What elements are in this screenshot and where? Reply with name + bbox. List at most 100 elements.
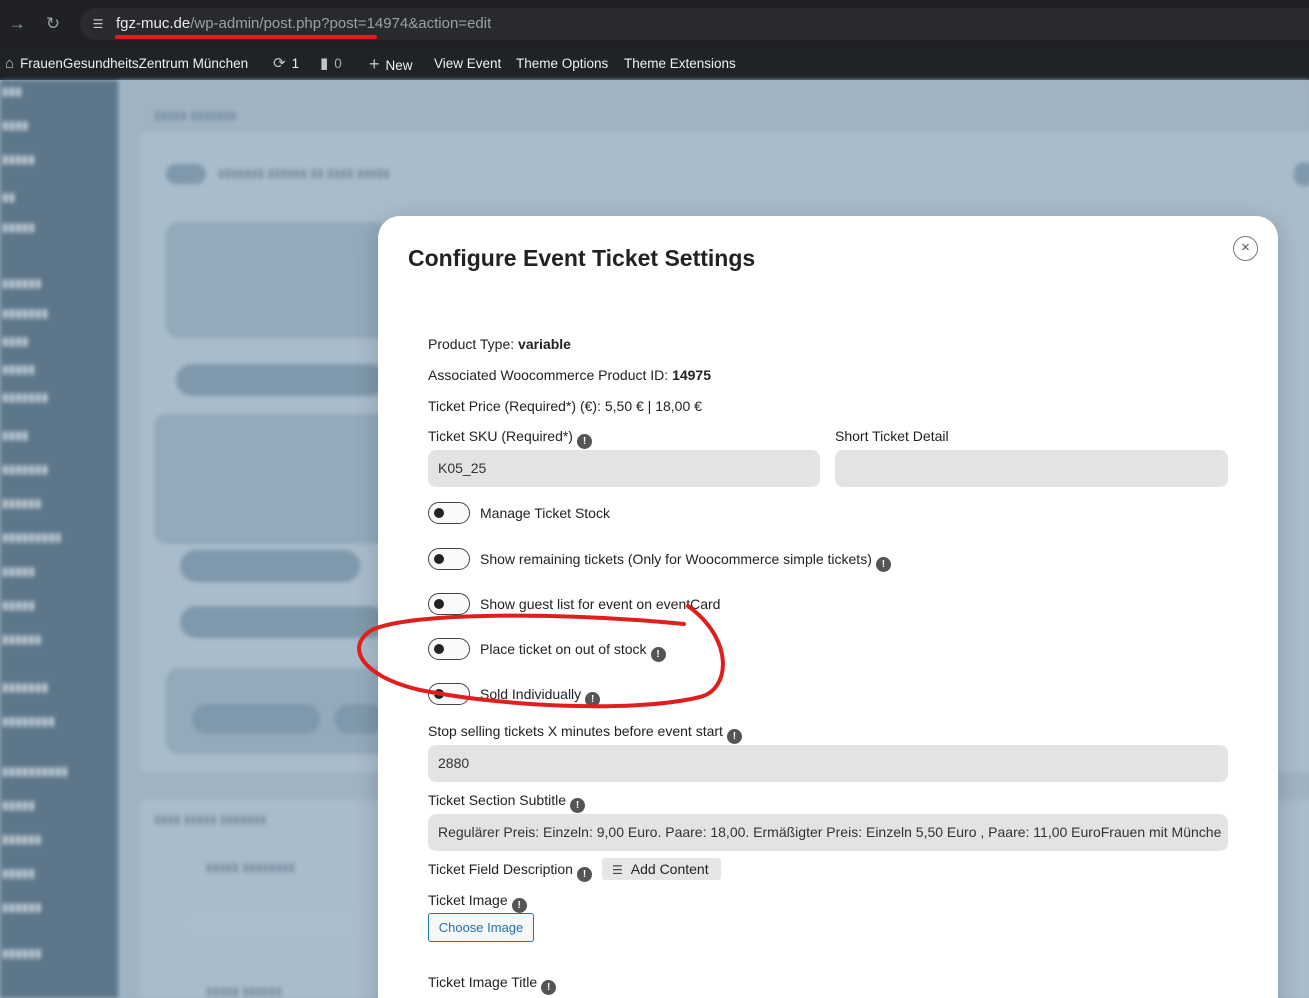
manage-stock-label: Manage Ticket Stock <box>480 505 610 521</box>
updates-count: 1 <box>291 56 300 71</box>
url-text[interactable]: fgz-muc.de/wp-admin/post.php?post=14974&… <box>116 15 491 32</box>
guest-list-toggle[interactable] <box>428 593 470 615</box>
ticket-settings-modal: Configure Event Ticket Settings × Produc… <box>378 216 1278 998</box>
sold-individually-toggle[interactable] <box>428 683 470 705</box>
comment-icon: ▮ <box>320 55 329 72</box>
choose-image-button[interactable]: Choose Image <box>428 913 534 942</box>
sidebar-blur-line: ▮▮▮▮▮ <box>2 866 36 880</box>
updates-link[interactable]: ⟳ 1 <box>273 48 299 80</box>
reload-icon[interactable]: ↻ <box>41 12 65 36</box>
blur-button <box>180 606 386 638</box>
sidebar-blur-line: ▮▮▮▮▮▮▮▮ <box>2 714 55 728</box>
show-remaining-toggle[interactable] <box>428 548 470 570</box>
close-icon[interactable]: × <box>1233 236 1258 261</box>
sidebar-blur-line: ▮▮▮▮▮ <box>2 564 36 578</box>
info-icon[interactable]: ! <box>511 898 527 913</box>
new-label: New <box>385 58 413 73</box>
home-icon: ⌂ <box>5 55 15 72</box>
url-path: /wp-admin/post.php?post=14974&action=edi… <box>190 15 492 32</box>
toggle-label: Sold Individually! <box>480 686 601 707</box>
blur-toggle <box>166 164 206 184</box>
sidebar-blur-line: ▮▮▮▮▮ <box>2 152 36 166</box>
blur-text: ▮▮▮▮▮ ▮▮▮▮▮▮▮▮ <box>206 860 296 874</box>
admin-sidebar: ▮▮▮ ▮▮▮▮ ▮▮▮▮▮ ▮▮ ▮▮▮▮▮ ▮▮▮▮▮▮ ▮▮▮▮▮▮▮ ▮… <box>0 80 118 998</box>
stop-selling-label: Stop selling tickets X minutes before ev… <box>428 723 723 739</box>
toggle-knob <box>434 554 444 564</box>
theme-options-link[interactable]: Theme Options <box>516 48 608 80</box>
blur-button <box>1294 162 1309 186</box>
guest-list-label: Show guest list for event on eventCard <box>480 596 721 612</box>
blur-input <box>182 908 382 938</box>
sidebar-blur-line: ▮▮▮▮▮▮ <box>2 496 42 510</box>
sidebar-blur-line: ▮▮▮▮▮▮▮▮▮ <box>2 530 62 544</box>
sidebar-blur-line: ▮▮▮ <box>2 84 22 98</box>
toggle-label: Show guest list for event on eventCard <box>480 596 720 612</box>
forward-arrow-icon[interactable]: → <box>5 12 29 36</box>
sidebar-blur-line: ▮▮▮▮▮ <box>2 362 36 376</box>
info-icon[interactable]: ! <box>541 980 557 995</box>
toggle-label: Show remaining tickets (Only for Woocomm… <box>480 551 891 572</box>
wp-admin-bar: ⌂ FrauenGesundheitsZentrum München ⟳ 1 ▮ 0 … <box>0 48 1309 80</box>
site-name-link[interactable]: ⌂ FrauenGesundheitsZentrum München <box>5 48 248 80</box>
subtitle-input[interactable]: Regulärer Preis: Einzeln: 9,00 Euro. Paa… <box>428 814 1228 851</box>
field-description-label: Ticket Field Description <box>428 861 573 877</box>
comments-link[interactable]: ▮ 0 <box>320 48 342 80</box>
browser-toolbar: → ↻ ☰ fgz-muc.de/wp-admin/post.php?post=… <box>0 0 1309 48</box>
align-left-icon: ☰ <box>612 863 623 877</box>
comments-count: 0 <box>334 56 342 71</box>
out-of-stock-toggle[interactable] <box>428 638 470 660</box>
sku-input[interactable]: K05_25 <box>428 450 820 487</box>
toggle-knob <box>434 644 444 654</box>
short-detail-label: Short Ticket Detail <box>835 428 949 444</box>
info-icon[interactable]: ! <box>875 557 891 572</box>
theme-extensions-link[interactable]: Theme Extensions <box>624 48 736 80</box>
stop-selling-label-row: Stop selling tickets X minutes before ev… <box>428 723 742 744</box>
blur-heading: ▮▮▮▮ ▮▮▮▮▮ ▮▮▮▮▮▮▮ <box>154 812 267 826</box>
sidebar-blur-line: ▮▮▮▮▮ <box>2 598 36 612</box>
info-icon[interactable]: ! <box>585 692 601 707</box>
blur-text: ▮▮▮▮▮ ▮▮▮▮▮▮ <box>206 984 282 998</box>
blur-button <box>180 550 360 582</box>
blur-button <box>334 704 384 734</box>
sidebar-blur-line: ▮▮▮▮ <box>2 334 29 348</box>
sidebar-blur-line: ▮▮▮▮▮ <box>2 220 36 234</box>
subtitle-label-row: Ticket Section Subtitle! <box>428 792 585 813</box>
info-icon[interactable]: ! <box>576 867 592 882</box>
sidebar-blur-line: ▮▮▮▮ <box>2 428 29 442</box>
sold-individually-label: Sold Individually <box>480 686 582 702</box>
sidebar-blur-line: ▮▮▮▮▮▮ <box>2 632 42 646</box>
sidebar-blur-line: ▮▮▮▮▮ <box>2 798 36 812</box>
sku-label-row: Ticket SKU (Required*)! <box>428 428 592 449</box>
add-content-button[interactable]: ☰ Add Content <box>602 858 721 880</box>
add-content-label: Add Content <box>630 861 709 877</box>
out-of-stock-label: Place ticket on out of stock <box>480 641 647 657</box>
image-label: Ticket Image <box>428 892 508 908</box>
new-content-link[interactable]: + New <box>369 48 413 80</box>
product-id-label: Associated Woocommerce Product ID: <box>428 367 669 383</box>
view-event-link[interactable]: View Event <box>434 48 501 80</box>
sidebar-blur-line: ▮▮▮▮▮▮▮ <box>2 462 49 476</box>
site-name: FrauenGesundheitsZentrum München <box>20 56 249 71</box>
info-icon[interactable]: ! <box>576 434 592 449</box>
blur-box <box>154 414 386 544</box>
image-title-label: Ticket Image Title <box>428 974 538 990</box>
sidebar-blur-line: ▮▮▮▮ <box>2 118 29 132</box>
stop-selling-input[interactable]: 2880 <box>428 745 1228 782</box>
blur-button <box>192 704 320 734</box>
url-annotation-underline <box>115 35 377 39</box>
sidebar-blur-line: ▮▮▮▮▮▮ <box>2 946 42 960</box>
tune-icon[interactable]: ☰ <box>88 14 108 34</box>
image-label-row: Ticket Image! <box>428 892 527 913</box>
toggle-knob <box>434 689 444 699</box>
blur-heading: ▮▮▮▮▮ ▮▮▮▮▮▮▮ <box>154 108 237 122</box>
sidebar-blur-line: ▮▮ <box>2 190 16 204</box>
info-icon[interactable]: ! <box>726 729 742 744</box>
sidebar-blur-line: ▮▮▮▮▮▮ <box>2 276 42 290</box>
info-icon[interactable]: ! <box>650 647 666 662</box>
manage-stock-toggle[interactable] <box>428 502 470 524</box>
sidebar-blur-line: ▮▮▮▮▮▮▮ <box>2 680 49 694</box>
info-icon[interactable]: ! <box>570 798 585 813</box>
toggle-knob <box>434 508 444 518</box>
short-detail-input[interactable] <box>835 450 1228 487</box>
plus-icon: + <box>369 54 380 74</box>
